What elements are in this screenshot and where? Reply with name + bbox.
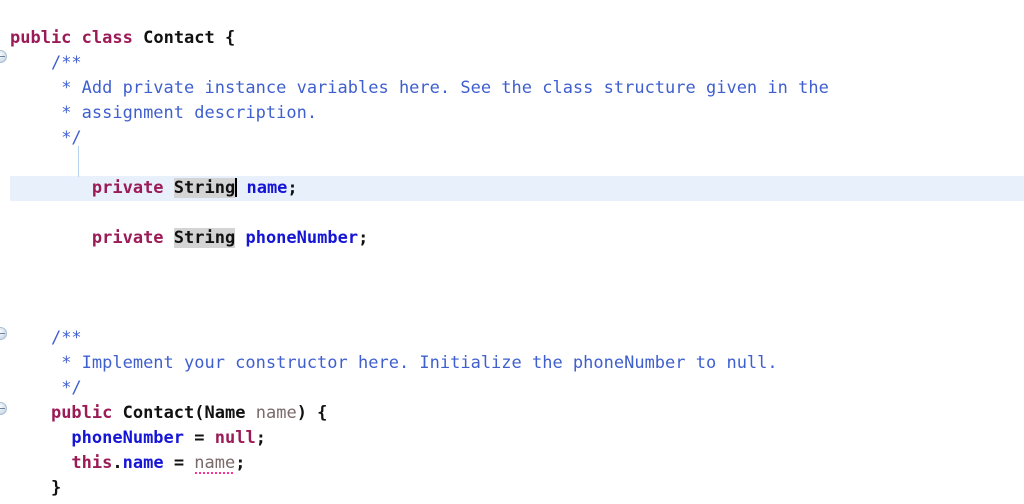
- line-javadoc-ctor-1[interactable]: * Implement your constructor here. Initi…: [10, 351, 778, 376]
- code-token: Contact: [122, 403, 195, 423]
- code-token: private: [91, 228, 164, 248]
- code-token: class: [81, 28, 133, 48]
- code-token: null: [214, 428, 256, 448]
- code-token: =: [163, 453, 195, 473]
- code-token: * Implement your constructor here. Initi…: [61, 353, 778, 373]
- line-javadoc-open-fields[interactable]: /**: [10, 51, 82, 76]
- line-javadoc-close-ctor[interactable]: */: [10, 376, 82, 401]
- code-token: ;: [287, 178, 298, 198]
- code-token: {: [214, 28, 236, 48]
- line-javadoc-close-fields[interactable]: */: [10, 126, 82, 151]
- code-token: ;: [358, 228, 369, 248]
- code-token: name: [246, 178, 288, 198]
- code-token: * assignment description.: [61, 103, 318, 123]
- code-token: }: [50, 478, 62, 498]
- line-assign-phonenumber[interactable]: phoneNumber = null;: [10, 426, 266, 451]
- code-token: /**: [50, 53, 82, 73]
- line-class-decl[interactable]: public class Contact {: [10, 26, 235, 51]
- line-ctor-signature[interactable]: public Contact(Name name) {: [10, 401, 327, 426]
- code-token: this: [71, 453, 113, 473]
- code-token: =: [184, 428, 215, 448]
- code-token: */: [61, 128, 82, 148]
- code-token: phoneNumber: [71, 428, 185, 448]
- line-field-name[interactable]: private String name;: [10, 176, 298, 201]
- code-token: */: [61, 378, 82, 398]
- line-ctor-close[interactable]: }: [10, 476, 61, 501]
- code-token: Contact: [143, 28, 215, 48]
- code-token: .: [112, 453, 123, 473]
- code-token: name: [122, 453, 164, 473]
- code-token: (: [194, 403, 205, 423]
- code-token: public: [10, 28, 72, 48]
- code-token: ;: [235, 453, 246, 473]
- code-token: String: [173, 178, 236, 198]
- line-javadoc-fields-1[interactable]: * Add private instance variables here. S…: [10, 76, 829, 101]
- line-field-phonenumber[interactable]: private String phoneNumber;: [10, 226, 368, 251]
- code-token: phoneNumber: [245, 228, 359, 248]
- code-token: name: [194, 453, 236, 475]
- line-javadoc-fields-2[interactable]: * assignment description.: [10, 101, 317, 126]
- code-token: name: [255, 403, 297, 423]
- code-text-layer[interactable]: public class Contact { /** * Add private…: [0, 0, 1024, 504]
- code-token: ) {: [296, 403, 328, 423]
- code-token: ;: [255, 428, 266, 448]
- line-javadoc-open-ctor[interactable]: /**: [10, 326, 82, 351]
- code-token: * Add private instance variables here. S…: [61, 78, 829, 98]
- line-assign-name[interactable]: this.name = name;: [10, 451, 246, 476]
- code-token: String: [173, 228, 236, 248]
- code-token: /**: [50, 328, 82, 348]
- code-token: Name: [204, 403, 246, 423]
- code-token: public: [50, 403, 113, 423]
- code-editor-canvas[interactable]: public class Contact { /** * Add private…: [0, 0, 1024, 504]
- code-token: private: [91, 178, 164, 198]
